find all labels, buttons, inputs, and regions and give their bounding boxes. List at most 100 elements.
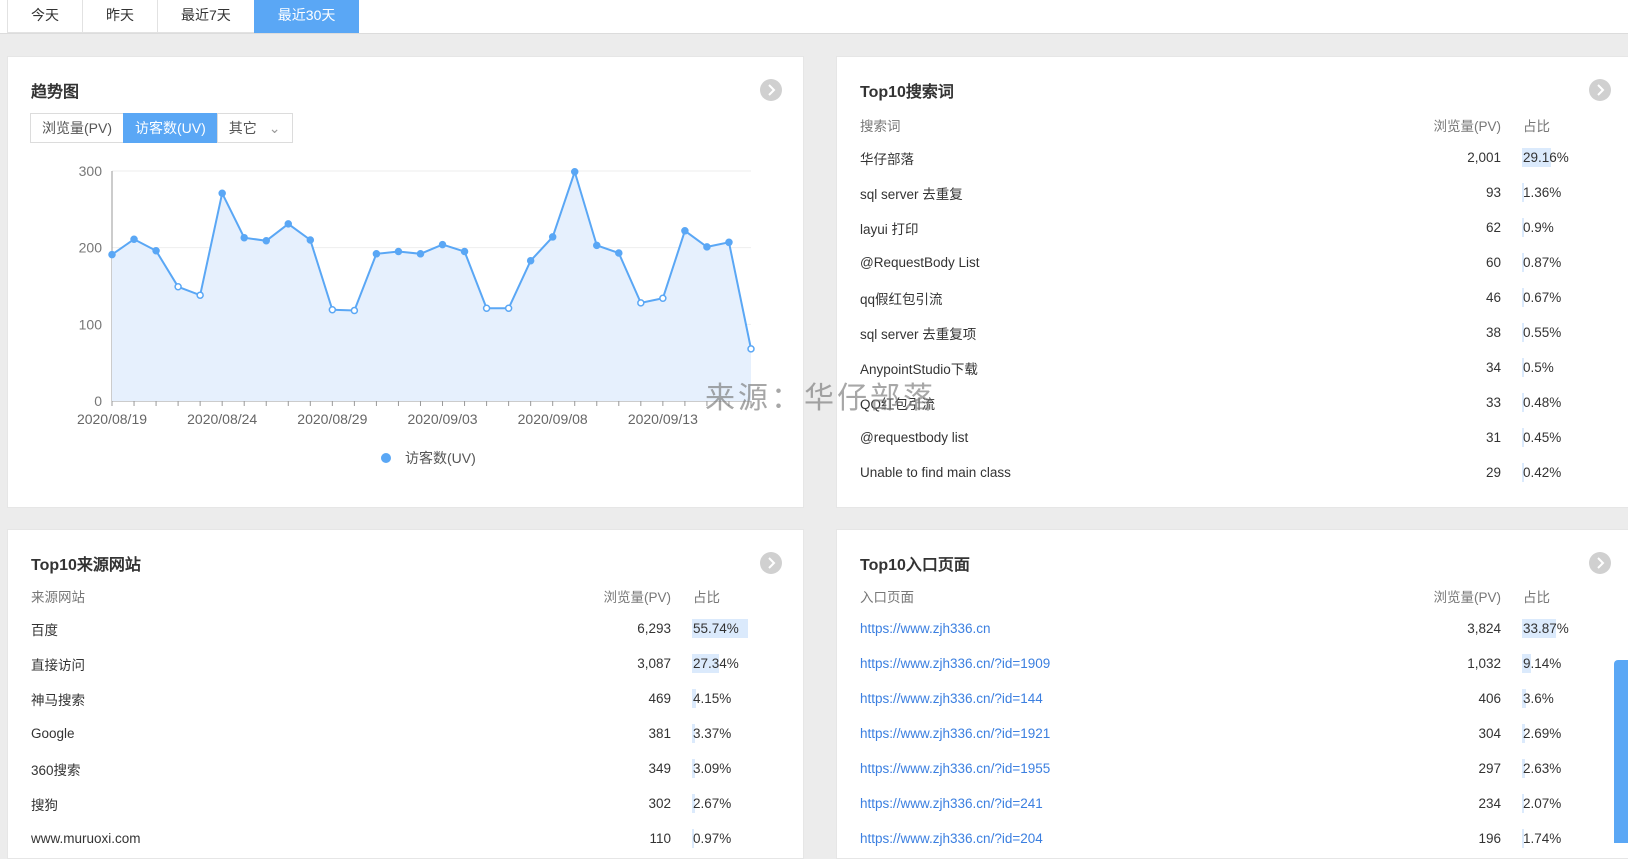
entry-pages-more-button[interactable] <box>1589 552 1611 574</box>
x-tick-label: 2020/09/03 <box>407 411 477 427</box>
pct-value: 0.9% <box>1523 220 1554 235</box>
pct-value: 0.67% <box>1523 290 1562 305</box>
pct-value: 0.45% <box>1523 430 1562 445</box>
entry-page-link[interactable]: https://www.zjh336.cn/?id=1955 <box>860 751 1390 786</box>
search-term: @RequestBody List <box>860 255 980 270</box>
search-term: QQ红包引流 <box>860 396 936 412</box>
data-point <box>130 235 138 243</box>
date-range-tabs: 今天 昨天 最近7天 最近30天 <box>7 0 360 33</box>
entry-page-link[interactable]: https://www.zjh336.cn/?id=1909 <box>860 646 1390 681</box>
tab-last-30-days[interactable]: 最近30天 <box>253 0 360 33</box>
pv-value: 302 <box>648 796 671 811</box>
data-point <box>725 238 733 247</box>
pv-value: 38 <box>1485 325 1501 340</box>
chevron-right-icon <box>1597 557 1605 569</box>
pv-value: 469 <box>648 691 671 706</box>
data-point <box>593 241 601 250</box>
pct-badge: 0.5% <box>1522 358 1554 377</box>
data-point <box>394 247 403 256</box>
entry-pages-card: Top10入口页面 入口页面 浏览量(PV) 占比 https://www.zj… <box>836 529 1628 859</box>
data-point <box>262 237 270 245</box>
pv-value: 1,032 <box>1467 656 1501 671</box>
pct-cell: 2.69% <box>1522 716 1620 751</box>
pct-badge: 3.6% <box>1522 689 1554 708</box>
search-terms-title: Top10搜索词 <box>860 84 954 101</box>
tab-last-7-days[interactable]: 最近7天 <box>157 0 255 33</box>
pv-value: 34 <box>1485 360 1501 375</box>
sources-title: Top10来源网站 <box>31 557 141 574</box>
pct-cell: 0.87% <box>1522 245 1620 280</box>
data-point <box>196 291 204 299</box>
table-row: qq假红包引流 46 0.67% <box>860 280 1620 315</box>
pct-cell: 0.67% <box>1522 280 1620 315</box>
x-tick-label: 2020/09/08 <box>518 411 588 427</box>
pct-badge: 55.74% <box>692 619 748 638</box>
table-row: 搜狗 302 2.67% <box>31 786 788 821</box>
pv-value: 304 <box>1478 726 1501 741</box>
pct-value: 0.48% <box>1523 395 1562 410</box>
pv-value: 29 <box>1485 465 1501 480</box>
header-site: 来源网站 <box>31 590 85 605</box>
data-point <box>548 233 557 241</box>
tab-today[interactable]: 今天 <box>7 0 83 33</box>
table-row: 360搜索 349 3.09% <box>31 751 788 786</box>
source-site: www.muruoxi.com <box>31 831 141 846</box>
data-point <box>482 304 491 312</box>
entry-page-link[interactable]: https://www.zjh336.cn/?id=1921 <box>860 716 1390 751</box>
pct-cell: 0.5% <box>1522 350 1620 385</box>
pct-cell: 1.36% <box>1522 175 1620 210</box>
pct-value: 1.36% <box>1523 185 1562 200</box>
entry-page-link[interactable]: https://www.zjh336.cn/?id=204 <box>860 821 1390 856</box>
pct-badge: 2.67% <box>692 794 731 813</box>
sources-more-button[interactable] <box>760 552 782 574</box>
table-row: @RequestBody List 60 0.87% <box>860 245 1620 280</box>
pct-value: 9.14% <box>1523 656 1562 671</box>
pct-cell: 3.37% <box>692 716 788 751</box>
pct-badge: 2.69% <box>1522 724 1561 743</box>
source-site: 360搜索 <box>31 762 81 778</box>
pct-badge: 0.42% <box>1522 463 1561 482</box>
data-point <box>659 294 667 303</box>
entry-pages-title: Top10入口页面 <box>860 557 970 574</box>
search-terms-more-button[interactable] <box>1589 79 1611 101</box>
pct-value: 3.6% <box>1523 691 1554 706</box>
data-point <box>570 168 579 176</box>
pct-cell: 2.63% <box>1522 751 1620 786</box>
table-row: https://www.zjh336.cn/?id=241 234 2.07% <box>860 786 1620 821</box>
pv-value: 31 <box>1485 430 1501 445</box>
tab-yesterday[interactable]: 昨天 <box>82 0 158 33</box>
pct-value: 3.37% <box>693 726 732 741</box>
chevron-right-icon <box>1597 84 1605 96</box>
sources-card: Top10来源网站 来源网站 浏览量(PV) 占比 百度 6,293 55.74% 直… <box>7 529 804 859</box>
pv-value: 60 <box>1485 255 1501 270</box>
pct-cell: 2.67% <box>692 786 788 821</box>
pct-cell: 0.45% <box>1522 420 1620 455</box>
pct-value: 55.74% <box>693 621 739 636</box>
search-term: @requestbody list <box>860 430 969 445</box>
pct-badge: 0.55% <box>1522 323 1561 342</box>
pct-value: 0.97% <box>693 831 732 846</box>
pct-value: 2.07% <box>1523 796 1562 811</box>
x-tick-label: 2020/08/19 <box>77 411 147 427</box>
pct-badge: 1.74% <box>1522 829 1561 848</box>
entry-page-link[interactable]: https://www.zjh336.cn/?id=144 <box>860 681 1390 716</box>
table-row: https://www.zjh336.cn/?id=204 196 1.74% <box>860 821 1620 856</box>
pct-cell: 0.97% <box>692 821 788 856</box>
pct-value: 3.09% <box>693 761 732 776</box>
table-header: 入口页面 浏览量(PV) 占比 <box>860 581 1620 611</box>
pct-cell: 3.09% <box>692 751 788 786</box>
entry-page-link[interactable]: https://www.zjh336.cn <box>860 611 1390 646</box>
table-row: sql server 去重复项 38 0.55% <box>860 315 1620 350</box>
data-point <box>460 247 469 256</box>
pct-cell: 1.74% <box>1522 821 1620 856</box>
entry-page-link[interactable]: https://www.zjh336.cn/?id=241 <box>860 786 1390 821</box>
data-point <box>328 306 337 314</box>
side-float-widget[interactable] <box>1614 660 1628 843</box>
data-point <box>416 250 425 258</box>
data-point <box>504 304 513 312</box>
pct-cell: 9.14% <box>1522 646 1620 681</box>
header-pct: 占比 <box>1523 590 1550 605</box>
pct-badge: 2.63% <box>1522 759 1561 778</box>
source-site: 神马搜索 <box>31 692 85 708</box>
pct-badge: 3.09% <box>692 759 732 778</box>
